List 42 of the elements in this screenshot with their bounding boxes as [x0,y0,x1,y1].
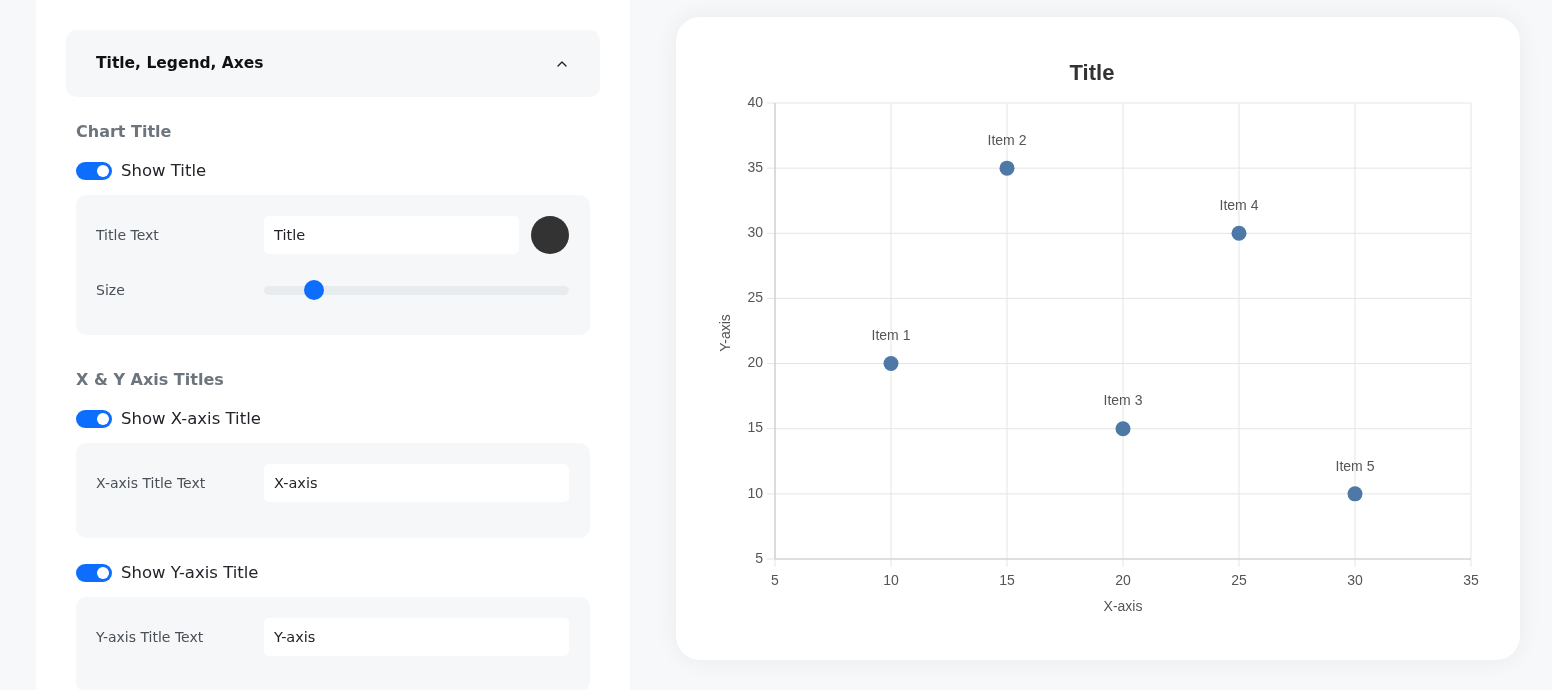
tick-label: 10 [747,484,763,501]
point-label: Item 5 [1335,457,1375,474]
tick-label: 5 [755,549,763,566]
point-label: Item 1 [871,327,911,344]
field-label: Y-axis Title Text [96,627,205,647]
toggle-label: Show Y-axis Title [121,561,259,584]
text-input[interactable]: X-axis [264,464,569,502]
section-heading: Chart Title [76,121,173,143]
tick-label: 5 [771,571,779,588]
toggle-label: Show Title [121,159,207,182]
toggle-switch[interactable] [76,162,112,180]
slider-thumb[interactable] [303,280,324,300]
axis-title: Y-axis [716,314,733,352]
text-input[interactable]: Title [264,216,519,254]
tick-label: 30 [747,224,763,240]
toggle-switch[interactable] [76,410,112,428]
tick-label: 25 [747,289,763,306]
tick-label: 35 [747,158,763,175]
field-label: Title Text [96,225,160,245]
tick-label: 35 [1463,571,1479,588]
tick-label: 15 [999,571,1015,588]
text-input[interactable]: Y-axis [264,618,569,656]
slider-track[interactable] [264,280,569,300]
point-label: Item 3 [1103,392,1143,409]
tick-label: 10 [883,571,899,588]
field-label: X-axis Title Text [96,473,207,493]
tick-label: 25 [1231,571,1247,588]
point-label: Item 4 [1219,197,1259,213]
toggle-switch[interactable] [76,564,112,582]
tick-label: 20 [747,354,763,371]
section-heading: X & Y Axis Titles [76,369,225,391]
field-label: Size [96,280,126,300]
tick-label: 20 [1115,571,1131,588]
axis-title: X-axis [1103,597,1143,614]
accordion-header[interactable]: Title, Legend, Axes [66,30,600,97]
chart-title: Title [1069,59,1115,85]
color-swatch[interactable] [531,216,569,254]
point-label: Item 2 [987,131,1027,148]
tick-label: 30 [1347,571,1363,588]
tick-label: 40 [747,93,763,110]
toggle-label: Show X-axis Title [121,407,261,430]
tick-label: 15 [747,419,763,436]
